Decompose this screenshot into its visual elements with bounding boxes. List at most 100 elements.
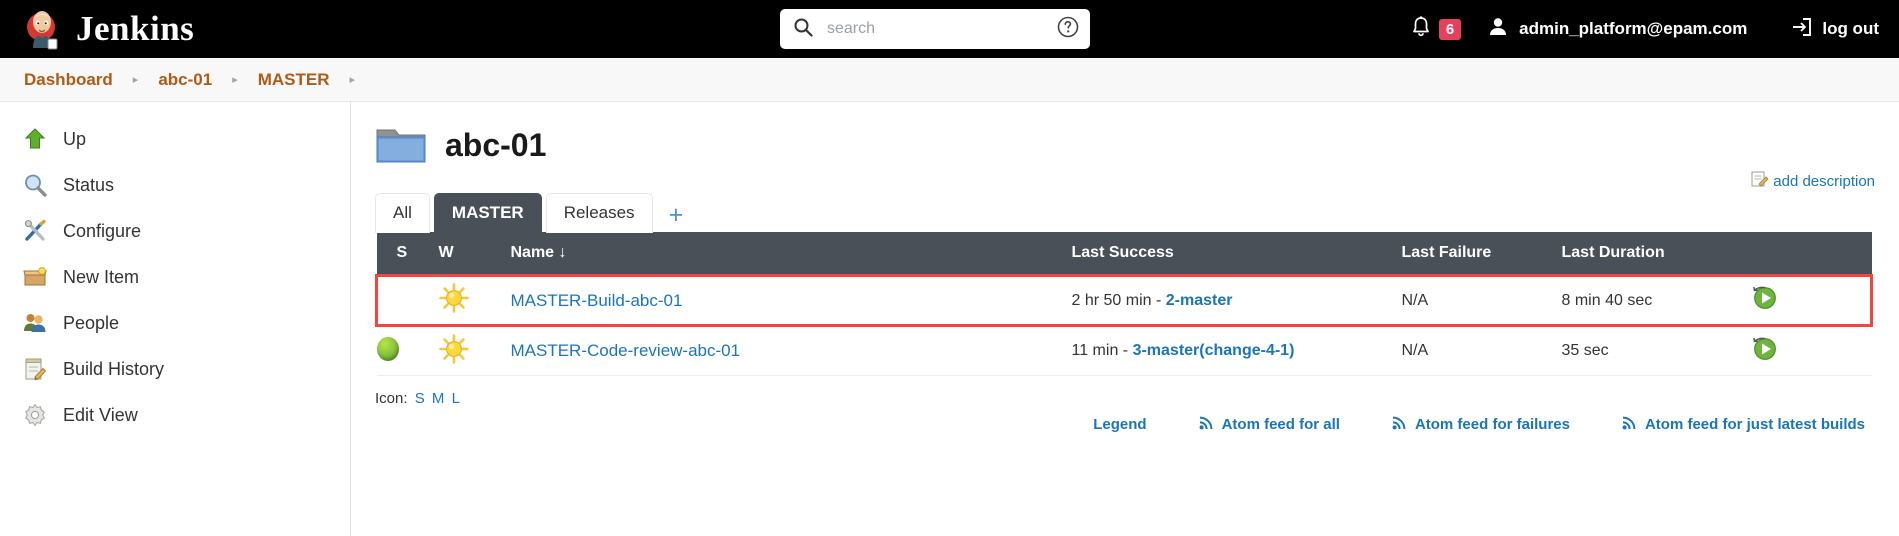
notifications-button[interactable]: 6 bbox=[1410, 15, 1462, 44]
schedule-build-icon[interactable] bbox=[1752, 286, 1778, 314]
cell-name: MASTER-Code-review-abc-01 bbox=[510, 325, 1072, 376]
last-success-build-link[interactable]: 3-master(change-4-1) bbox=[1133, 342, 1295, 359]
sidebar-item-new-item[interactable]: New Item bbox=[0, 254, 350, 300]
table-row[interactable]: MASTER-Code-review-abc-01 11 min - 3-mas… bbox=[376, 325, 1872, 376]
help-circle-icon[interactable] bbox=[1056, 15, 1080, 44]
sidebar-item-label: Status bbox=[63, 174, 115, 195]
add-tab-button[interactable]: + bbox=[657, 203, 696, 232]
gear-icon bbox=[22, 402, 48, 428]
last-success-time: 11 min - bbox=[1071, 342, 1133, 359]
people-icon bbox=[22, 310, 48, 336]
logout-label: log out bbox=[1822, 19, 1879, 38]
view-tabs: All MASTER Releases + bbox=[375, 192, 1873, 233]
atom-feed-latest-link[interactable]: Atom feed for just latest builds bbox=[1622, 415, 1865, 434]
cell-name: MASTER-Build-abc-01 bbox=[510, 274, 1072, 327]
cell-status bbox=[375, 274, 439, 327]
breadcrumb-item-master[interactable]: MASTER bbox=[256, 70, 332, 90]
feeds-row: Legend Atom feed for all Atom feed for f… bbox=[375, 415, 1873, 434]
magnifier-icon bbox=[22, 172, 48, 198]
cell-last-success: 2 hr 50 min - 2-master bbox=[1071, 274, 1402, 327]
table-row[interactable]: MASTER-Build-abc-01 2 hr 50 min - 2-mast… bbox=[375, 274, 1873, 327]
rss-icon bbox=[1199, 415, 1214, 434]
breadcrumb-separator-icon: ▸ bbox=[349, 74, 356, 86]
notification-count-badge: 6 bbox=[1438, 18, 1462, 40]
icon-size-m[interactable]: M bbox=[432, 390, 445, 407]
tab-all[interactable]: All bbox=[375, 193, 430, 233]
logout-button[interactable]: log out bbox=[1789, 16, 1879, 43]
cell-last-success: 11 min - 3-master(change-4-1) bbox=[1071, 325, 1402, 376]
atom-feed-failures-label: Atom feed for failures bbox=[1414, 416, 1570, 433]
column-header-name[interactable]: Name ↓ bbox=[510, 232, 1072, 276]
edit-description-icon bbox=[1751, 170, 1769, 193]
cell-weather bbox=[438, 325, 511, 376]
breadcrumb-separator-icon: ▸ bbox=[132, 74, 139, 86]
breadcrumb: Dashboard ▸ abc-01 ▸ MASTER ▸ bbox=[0, 58, 1899, 102]
atom-feed-failures-link[interactable]: Atom feed for failures bbox=[1392, 415, 1570, 434]
blue-ball-success-icon bbox=[376, 336, 399, 361]
notepad-pencil-icon bbox=[22, 356, 48, 382]
column-header-actions bbox=[1751, 232, 1872, 276]
sidebar-item-label: New Item bbox=[63, 266, 140, 287]
page-header: abc-01 bbox=[375, 124, 1873, 166]
sidebar-item-label: Edit View bbox=[63, 404, 138, 425]
sidebar-item-up[interactable]: Up bbox=[0, 116, 350, 162]
cell-actions bbox=[1751, 325, 1872, 376]
header-right-cluster: 6 admin_platform@epam.com log out bbox=[1410, 0, 1879, 58]
search-box[interactable] bbox=[780, 9, 1090, 49]
search-input[interactable] bbox=[825, 19, 1056, 39]
sidebar-item-label: Up bbox=[63, 128, 87, 149]
column-header-last-failure[interactable]: Last Failure bbox=[1401, 232, 1562, 276]
user-name: admin_platform@epam.com bbox=[1519, 19, 1748, 38]
sidebar-item-status[interactable]: Status bbox=[0, 162, 350, 208]
tab-master[interactable]: MASTER bbox=[433, 193, 542, 233]
folder-icon bbox=[375, 124, 427, 166]
sidebar-item-label: Configure bbox=[63, 220, 142, 241]
atom-feed-all-link[interactable]: Atom feed for all bbox=[1199, 415, 1340, 434]
add-description-button[interactable]: add description bbox=[1751, 170, 1875, 193]
sunny-icon bbox=[438, 333, 469, 368]
sidebar-item-configure[interactable]: Configure bbox=[0, 208, 350, 254]
add-description-label: add description bbox=[1773, 173, 1875, 190]
breadcrumb-item-abc-01[interactable]: abc-01 bbox=[156, 70, 214, 90]
breadcrumb-item-dashboard[interactable]: Dashboard bbox=[22, 70, 115, 90]
icon-size-s[interactable]: S bbox=[415, 390, 425, 407]
cell-status bbox=[376, 325, 439, 376]
icon-size-l[interactable]: L bbox=[452, 390, 460, 407]
atom-feed-all-label: Atom feed for all bbox=[1221, 416, 1340, 433]
page-title: abc-01 bbox=[445, 126, 547, 163]
wrench-screwdriver-icon bbox=[22, 218, 48, 244]
schedule-build-icon[interactable] bbox=[1752, 337, 1778, 365]
last-success-build-link[interactable]: 2-master bbox=[1166, 292, 1233, 309]
legend-link[interactable]: Legend bbox=[1093, 416, 1146, 433]
column-header-status[interactable]: S bbox=[376, 232, 439, 276]
new-item-box-icon bbox=[22, 264, 48, 290]
column-header-weather[interactable]: W bbox=[438, 232, 511, 276]
person-icon bbox=[1487, 16, 1509, 43]
sidebar-item-edit-view[interactable]: Edit View bbox=[0, 392, 350, 438]
sidebar-item-label: Build History bbox=[63, 358, 165, 379]
column-header-last-success[interactable]: Last Success bbox=[1071, 232, 1402, 276]
logout-arrow-icon bbox=[1789, 16, 1813, 43]
user-menu[interactable]: admin_platform@epam.com bbox=[1487, 16, 1747, 43]
cell-last-duration: 35 sec bbox=[1561, 325, 1752, 376]
tab-releases[interactable]: Releases bbox=[545, 193, 653, 233]
breadcrumb-separator-icon: ▸ bbox=[232, 74, 238, 86]
jobs-table-header: S W Name ↓ Last Success Last Failure Las… bbox=[376, 232, 1872, 276]
icon-size-label: Icon: bbox=[375, 390, 408, 407]
cell-last-failure: N/A bbox=[1401, 325, 1562, 376]
table-header-row: S W Name ↓ Last Success Last Failure Las… bbox=[376, 232, 1872, 276]
sidebar-item-build-history[interactable]: Build History bbox=[0, 346, 350, 392]
cell-last-duration: 8 min 40 sec bbox=[1561, 274, 1752, 327]
bell-icon bbox=[1410, 15, 1432, 44]
brand-name: Jenkins bbox=[76, 9, 195, 48]
sidebar-item-people[interactable]: People bbox=[0, 300, 350, 346]
rss-icon bbox=[1392, 415, 1407, 434]
column-header-last-duration[interactable]: Last Duration bbox=[1561, 232, 1752, 276]
cell-weather bbox=[438, 274, 511, 327]
job-name-link[interactable]: MASTER-Code-review-abc-01 bbox=[511, 341, 741, 360]
jenkins-butler-logo-icon bbox=[22, 8, 62, 50]
job-name-link[interactable]: MASTER-Build-abc-01 bbox=[511, 291, 683, 310]
rss-icon bbox=[1622, 415, 1637, 434]
cell-last-failure: N/A bbox=[1401, 274, 1562, 327]
jenkins-brand-link[interactable]: Jenkins bbox=[22, 8, 194, 50]
